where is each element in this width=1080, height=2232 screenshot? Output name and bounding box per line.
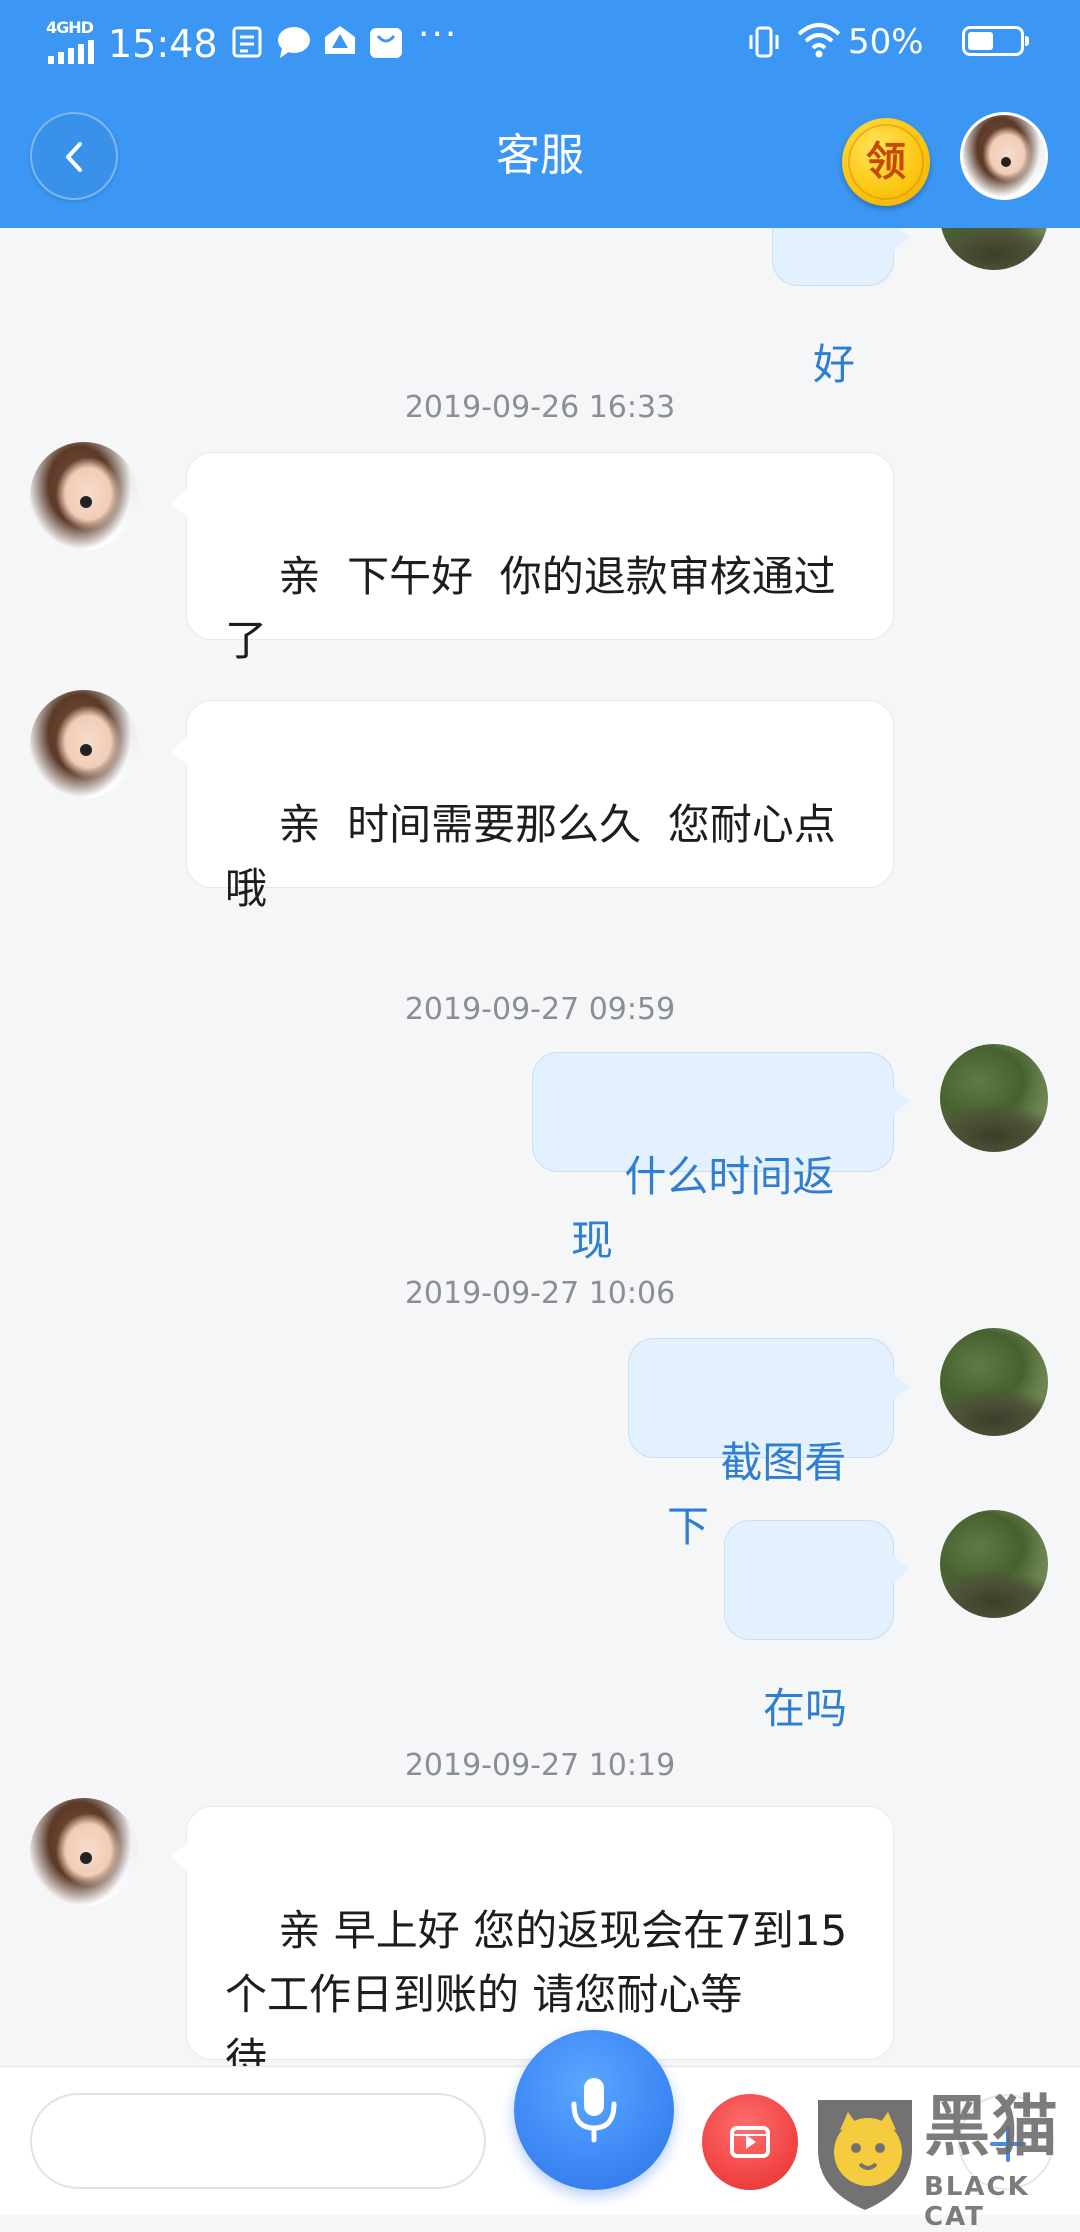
message-text: 什么时间返现	[571, 1152, 835, 1265]
message-text: 在吗	[763, 1684, 848, 1733]
shopping-bag-icon	[366, 22, 406, 62]
cat-shield-logo-icon	[818, 2100, 912, 2210]
message-bubble-agent: 亲 时间需要那么久 您耐心点 哦	[171, 700, 894, 913]
wifi-icon	[796, 20, 842, 60]
status-right: 50%	[744, 18, 1034, 66]
app-header: 4GHD 15:48 ··· 50% 客服 领	[0, 0, 1080, 228]
battery-fill	[968, 32, 993, 50]
chat-area[interactable]: 好 2019-09-26 16:33 亲 下午好 你的退款审核通过 了 亲 时间…	[0, 228, 1080, 2066]
message-bubble-agent: 亲 下午好 你的退款审核通过 了	[171, 452, 894, 665]
video-clip-icon	[730, 2126, 770, 2158]
message-timestamp: 2019-09-27 10:06	[404, 1276, 676, 1311]
chat-bubble-icon	[274, 22, 314, 62]
watermark-subtext: BLACK CAT	[924, 2172, 1030, 2232]
status-time: 15:48	[108, 22, 218, 66]
message-timestamp: 2019-09-26 16:33	[404, 390, 676, 425]
agent-profile-avatar[interactable]	[960, 112, 1048, 200]
battery-percent: 50%	[848, 22, 924, 62]
user-avatar[interactable]	[940, 1328, 1048, 1436]
message-bubble-user: 什么时间返现	[532, 1052, 909, 1265]
nav-bar: 客服 领	[0, 100, 1080, 212]
user-avatar[interactable]	[940, 228, 1048, 270]
blackcat-watermark: 黑猫 BLACK CAT	[810, 2088, 1080, 2232]
voice-input-button[interactable]	[514, 2030, 674, 2190]
message-text: 亲 下午好 你的退款审核通过 了	[225, 552, 836, 665]
network-indicator: 4GHD	[46, 18, 98, 64]
more-notifications-icon: ···	[418, 14, 459, 55]
id-card-icon	[228, 22, 268, 62]
agent-avatar[interactable]	[30, 690, 138, 798]
message-text: 好	[812, 340, 855, 389]
status-bar: 4GHD 15:48 ··· 50%	[0, 0, 1080, 88]
cloud-app-icon	[320, 22, 360, 62]
message-bubble-user: 在吗	[724, 1520, 909, 1733]
message-bubble-user: 截图看下	[628, 1338, 909, 1551]
video-button[interactable]	[702, 2094, 798, 2190]
agent-avatar[interactable]	[30, 1798, 138, 1906]
microphone-icon	[571, 2078, 617, 2143]
coupon-button[interactable]: 领	[842, 118, 930, 206]
vibrate-icon	[744, 22, 784, 62]
message-bubble-agent: 亲 早上好 您的返现会在7到15 个工作日到账的 请您耐心等 待	[171, 1806, 894, 2066]
network-type-label: 4GHD	[46, 18, 94, 37]
message-timestamp: 2019-09-27 10:19	[404, 1748, 676, 1783]
coupon-label: 领	[866, 139, 906, 185]
message-timestamp: 2019-09-27 09:59	[404, 992, 676, 1027]
user-avatar[interactable]	[940, 1044, 1048, 1152]
user-avatar[interactable]	[940, 1510, 1048, 1618]
message-text: 亲 早上好 您的返现会在7到15 个工作日到账的 请您耐心等 待	[225, 1906, 848, 2066]
message-bubble-user: 好	[772, 228, 909, 389]
message-text: 亲 时间需要那么久 您耐心点 哦	[225, 800, 836, 913]
watermark-text: 黑猫	[924, 2088, 1060, 2165]
battery-icon	[962, 26, 1029, 56]
agent-avatar[interactable]	[30, 442, 138, 550]
message-input[interactable]	[30, 2093, 486, 2189]
signal-bars-icon	[48, 40, 96, 64]
